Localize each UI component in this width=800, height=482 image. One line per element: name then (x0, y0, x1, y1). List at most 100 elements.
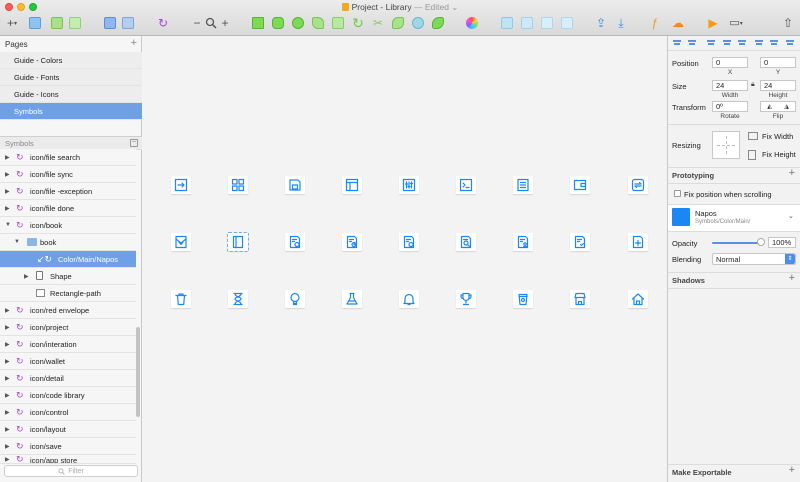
disclosure-triangle-icon[interactable]: ▶ (5, 307, 10, 314)
disclosure-triangle-icon[interactable]: ▶ (5, 341, 10, 348)
opacity-field[interactable]: 100% (768, 237, 796, 248)
symbol-tile[interactable] (513, 290, 533, 308)
disclosure-triangle-icon[interactable]: ▶ (5, 409, 10, 416)
layer-item[interactable]: ▶ ↻ icon/layout (0, 421, 136, 438)
symbol-tile[interactable] (228, 290, 248, 308)
layer-item[interactable]: ▶ ↻ icon/code library (0, 387, 136, 404)
symbol-tile[interactable] (456, 290, 476, 308)
x-field[interactable]: 0 (712, 57, 748, 68)
align-middle-icon[interactable] (769, 39, 779, 47)
plugin-button[interactable]: ƒ (648, 15, 662, 31)
fix-width-label[interactable]: Fix Width (762, 132, 793, 141)
symbol-tile[interactable] (342, 176, 362, 194)
ungroup-button[interactable] (68, 15, 82, 31)
align-center-icon[interactable] (687, 39, 697, 47)
arrange-button[interactable] (540, 15, 554, 31)
rotate-field[interactable]: 0º (712, 101, 748, 112)
filter-input[interactable]: Filter (4, 465, 138, 477)
fix-height-label[interactable]: Fix Height (762, 150, 796, 159)
symbol-tile[interactable] (171, 176, 191, 194)
symbol-tile[interactable] (399, 233, 419, 251)
fix-scroll-checkbox[interactable] (674, 190, 681, 197)
add-page-button[interactable]: + (131, 37, 137, 49)
create-symbol-button[interactable] (103, 15, 117, 31)
symbol-tile[interactable] (513, 176, 533, 194)
symbol-tile[interactable] (570, 176, 590, 194)
color-swatch[interactable] (672, 208, 690, 226)
layer-item[interactable]: ▶ ↻ icon/detail (0, 370, 136, 387)
symbol-tile[interactable] (456, 176, 476, 194)
fix-height-icon[interactable] (748, 150, 756, 160)
symbol-tile[interactable] (456, 233, 476, 251)
opacity-slider-track[interactable] (712, 242, 760, 244)
layer-item[interactable]: ▶ ↻ icon/file sync (0, 166, 136, 183)
symbol-tile[interactable] (342, 290, 362, 308)
zoom-out-button[interactable]: − (192, 15, 202, 31)
layer-item[interactable]: ▶ ↻ icon/project (0, 319, 136, 336)
collapse-layers-button[interactable]: − (130, 139, 138, 147)
layer-item-rectangle-path[interactable]: Rectangle-path (0, 285, 136, 302)
symbol-sync-button[interactable]: ↻ (156, 15, 170, 31)
layer-item[interactable]: ▶ ↻ icon/file search (0, 149, 136, 166)
color-wheel-button[interactable] (465, 15, 479, 31)
download-button[interactable]: ⤓ (614, 15, 628, 31)
layer-item[interactable]: ▶ ↻ icon/file -exception (0, 183, 136, 200)
width-field[interactable]: 24 (712, 80, 748, 91)
add-shadow-button[interactable]: + (789, 272, 795, 284)
align-horizontal-center-icon[interactable] (722, 39, 732, 47)
disclosure-triangle-icon[interactable]: ▶ (5, 171, 10, 178)
layer-item[interactable]: ▶ ↻ icon/interation (0, 336, 136, 353)
align-top-icon[interactable] (754, 39, 764, 47)
layer-item[interactable]: ▶ ↻ icon/save (0, 438, 136, 455)
align-left-icon[interactable] (672, 39, 682, 47)
chevron-down-icon[interactable]: ⌄ (788, 212, 794, 220)
layer-item[interactable]: ▶ ↻ icon/file done (0, 200, 136, 217)
add-prototyping-button[interactable]: + (789, 167, 795, 179)
scissors-button[interactable]: ✂ (371, 15, 385, 31)
symbol-tile[interactable] (628, 176, 648, 194)
disclosure-triangle-icon[interactable]: ▶ (5, 392, 10, 399)
symbol-tile[interactable] (628, 290, 648, 308)
symbol-tile[interactable] (228, 176, 248, 194)
layer-item-color-main-napos[interactable]: ↙↻ Color/Main/Napos (0, 251, 136, 268)
oval-button[interactable] (291, 15, 305, 31)
symbol-tile[interactable] (227, 232, 249, 252)
symbol-tile[interactable] (628, 233, 648, 251)
flip-horizontal-icon[interactable]: ◭ (767, 103, 772, 110)
layer-item[interactable]: ▶ ↻ icon/app store (0, 455, 136, 464)
fix-scroll-label[interactable]: Fix position when scrolling (684, 190, 772, 199)
symbol-tile[interactable] (399, 176, 419, 194)
canvas[interactable] (143, 36, 667, 482)
layer-item[interactable]: ▶ ↻ icon/red envelope (0, 302, 136, 319)
layer-item-shape[interactable]: ▶ Shape (0, 268, 136, 285)
mask-button[interactable] (411, 15, 425, 31)
align-bottom-icon[interactable] (785, 39, 795, 47)
blending-select[interactable]: Normal ⇕ (712, 253, 796, 265)
page-item-guide-colors[interactable]: Guide - Colors (0, 52, 142, 69)
union-button[interactable] (311, 15, 325, 31)
view-button[interactable]: ▭ ▾ (726, 15, 746, 31)
disclosure-triangle-icon[interactable]: ▶ (5, 426, 10, 433)
scale-button[interactable] (431, 15, 445, 31)
symbol-tile[interactable] (171, 233, 191, 251)
cloud-button[interactable]: ☁ (670, 15, 686, 31)
page-item-symbols[interactable]: Symbols (0, 103, 142, 120)
disclosure-triangle-icon[interactable]: ▶ (5, 358, 10, 365)
layers-scrollbar[interactable] (136, 327, 140, 417)
disclosure-triangle-icon[interactable]: ▶ (5, 205, 10, 212)
upload-button[interactable]: ⇪ (594, 15, 608, 31)
flatten-button[interactable] (391, 15, 405, 31)
disclosure-triangle-icon[interactable]: ▶ (5, 443, 10, 450)
rectangle-button[interactable] (251, 15, 265, 31)
layer-item[interactable]: ▶ ↻ icon/wallet (0, 353, 136, 370)
intersect-button[interactable]: ↻ (351, 15, 365, 31)
symbol-tile[interactable] (285, 176, 305, 194)
preview-button[interactable]: ▶ (706, 15, 720, 31)
symbol-tile[interactable] (285, 290, 305, 308)
symbol-tile[interactable] (342, 233, 362, 251)
height-field[interactable]: 24 (760, 80, 796, 91)
opacity-slider-handle[interactable] (757, 238, 765, 246)
disclosure-triangle-icon[interactable]: ▶ (5, 154, 10, 161)
align-right-icon[interactable] (737, 39, 747, 47)
artboard-button[interactable] (121, 15, 135, 31)
